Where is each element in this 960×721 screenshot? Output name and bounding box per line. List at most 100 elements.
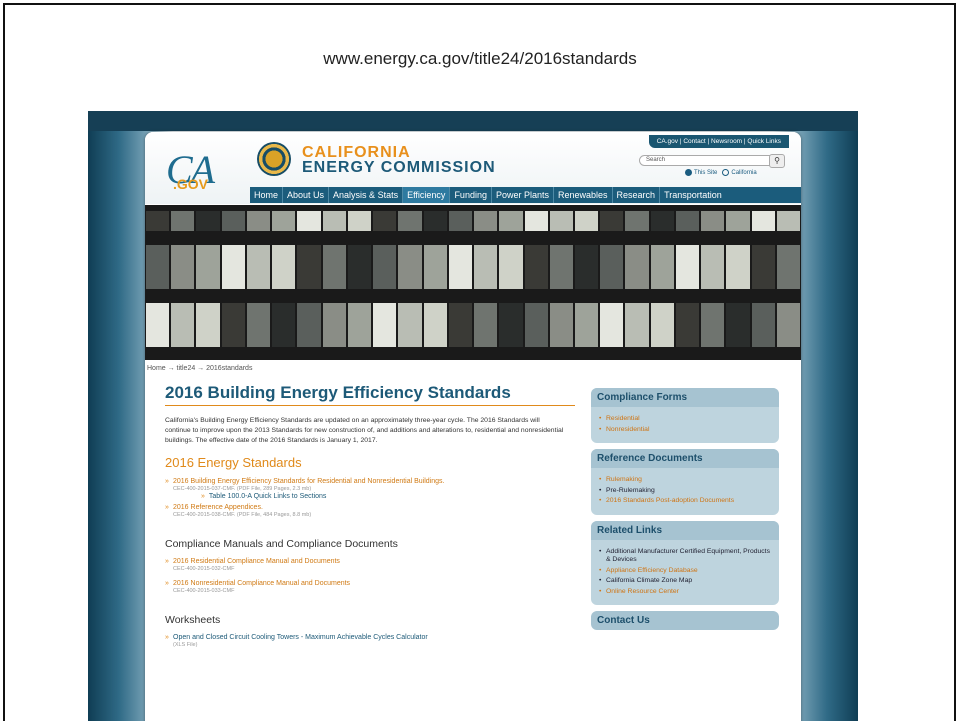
org-name-line2[interactable]: ENERGY COMMISSION [302,159,496,177]
nav-power-plants[interactable]: Power Plants [492,187,554,203]
doc-nonresidential-manual: » 2016 Nonresidential Compliance Manual … [165,580,577,594]
hero-window-pane [246,211,271,231]
hero-window-pane [625,303,649,347]
hero-window-pane [297,211,321,231]
nav-funding[interactable]: Funding [450,187,492,203]
nav-research[interactable]: Research [613,187,661,203]
doc-cooling-towers-link[interactable]: Open and Closed Circuit Cooling Towers -… [173,634,577,641]
nav-transportation[interactable]: Transportation [660,187,726,203]
doc-standards-link[interactable]: 2016 Building Energy Efficiency Standard… [173,478,577,485]
link-online-resource-center-label: Online Resource Center [606,587,679,595]
hero-window-pane [600,303,624,347]
hero-window-pane [726,211,750,231]
hero-window-pane [423,211,447,231]
hero-window-pane [246,245,271,289]
hero-window-pane [474,211,498,231]
hero-window-pane [448,211,473,231]
search-scope: This Site California [685,169,757,176]
hero-window-pane [499,303,523,347]
doc-residential-manual-link[interactable]: 2016 Residential Compliance Manual and D… [173,558,577,565]
nav-renewables[interactable]: Renewables [554,187,613,203]
arrow-icon: » [201,493,205,500]
url-caption: www.energy.ca.gov/title24/2016standards [323,49,637,68]
hero-window-pane [423,303,447,347]
hero-window-pane [574,245,599,289]
arrow-icon: » [165,558,169,565]
nav-home[interactable]: Home [250,187,284,203]
hero-window-pane [600,245,624,289]
main-nav: Home About Us Analysis & Stats Efficienc… [250,187,801,203]
manuals-heading: Compliance Manuals and Compliance Docume… [165,538,398,550]
utility-links[interactable]: CA.gov | Contact | Newsroom | Quick Link… [648,135,789,148]
web-page: CA.gov | Contact | Newsroom | Quick Link… [145,132,801,721]
link-appliance-database[interactable]: • Appliance Efficiency Database [599,567,771,576]
quick-links-link[interactable]: Table 100.0-A Quick Links to Sections [209,493,327,500]
nav-about-us[interactable]: About Us [283,187,330,203]
contact-us-title[interactable]: Contact Us [591,611,779,630]
hero-window-pane [776,245,801,289]
hero-window-pane [751,303,775,347]
hero-window-pane [650,245,674,289]
hero-window-pane [776,211,801,231]
hero-window-pane [373,303,397,347]
hero-window-pane [776,303,801,347]
compliance-forms-panel: Compliance Forms • Residential • Nonreside… [591,388,779,443]
hero-window-pane [423,245,447,289]
reference-documents-title: Reference Documents [591,449,779,468]
link-online-resource-center[interactable]: • Online Resource Center [599,588,771,597]
hero-window-pane [701,211,725,231]
nav-analysis-stats[interactable]: Analysis & Stats [329,187,404,203]
hero-window-pane [600,211,624,231]
link-residential[interactable]: • Residential [599,415,771,424]
hero-window-pane [701,245,725,289]
hero-office-building-image [145,205,801,360]
hero-window-pane [650,303,674,347]
doc-residential-manual: » 2016 Residential Compliance Manual and… [165,558,577,572]
hero-window-pane [524,211,548,231]
link-manufacturer-certified-label: Additional Manufacturer Certified Equipm… [606,547,770,564]
link-pre-rulemaking[interactable]: • Pre-Rulemaking [599,487,771,496]
arrow-icon: » [165,634,169,641]
hero-window-pane [675,211,700,231]
hero-window-pane [221,211,245,231]
hero-window-pane [272,245,296,289]
hero-window-pane [524,245,548,289]
link-nonresidential-label: Nonresidential [606,425,650,433]
related-links-title: Related Links [591,520,779,540]
hero-window-pane [474,245,498,289]
breadcrumb[interactable]: Home → title24 → 2016standards [147,365,252,372]
nav-efficiency[interactable]: Efficiency [403,187,451,203]
doc-nonresidential-manual-link[interactable]: 2016 Nonresidential Compliance Manual an… [173,580,577,587]
energy-commission-seal-icon [257,142,291,176]
worksheets-heading: Worksheets [165,614,221,626]
search-icon[interactable]: ⚲ [769,154,785,168]
doc-standards: » 2016 Building Energy Efficiency Standa… [165,478,577,500]
link-post-adoption-label: 2016 Standards Post-adoption Documents [606,497,735,504]
hero-window-pane [272,211,296,231]
hero-window-pane [549,211,573,231]
doc-appendices: » 2016 Reference Appendices. CEC-400-201… [165,504,577,518]
quick-links-item: » Table 100.0-A Quick Links to Sections [201,493,577,500]
hero-window-pane [701,303,725,347]
hero-window-pane [574,211,599,231]
hero-window-pane [549,245,573,289]
link-rulemaking[interactable]: • Rulemaking [599,476,771,485]
site-header: CA.gov | Contact | Newsroom | Quick Link… [145,132,801,204]
hero-window-pane [347,303,372,347]
link-manufacturer-certified[interactable]: • Additional Manufacturer Certified Equip… [599,548,771,565]
scope-california-radio[interactable] [722,169,730,176]
doc-nonresidential-manual-meta: CEC-400-2015-033-CMF [173,588,235,594]
link-climate-zone-map[interactable]: • California Climate Zone Map [599,577,771,586]
link-nonresidential[interactable]: • Nonresidential [599,426,771,435]
scope-california-label: California [731,170,757,177]
link-appliance-database-label: Appliance Efficiency Database [606,566,698,574]
hero-window-pane [297,303,321,347]
link-post-adoption[interactable]: • 2016 Standards Post-adoption Documents [599,497,771,506]
link-rulemaking-label: Rulemaking [606,476,642,483]
scope-this-site-radio[interactable] [685,169,692,176]
hero-window-pane [196,245,220,289]
arrow-icon: » [165,478,169,485]
doc-appendices-link[interactable]: 2016 Reference Appendices. [173,504,577,511]
hero-window-pane [373,211,397,231]
search-input[interactable]: Search [639,155,781,166]
